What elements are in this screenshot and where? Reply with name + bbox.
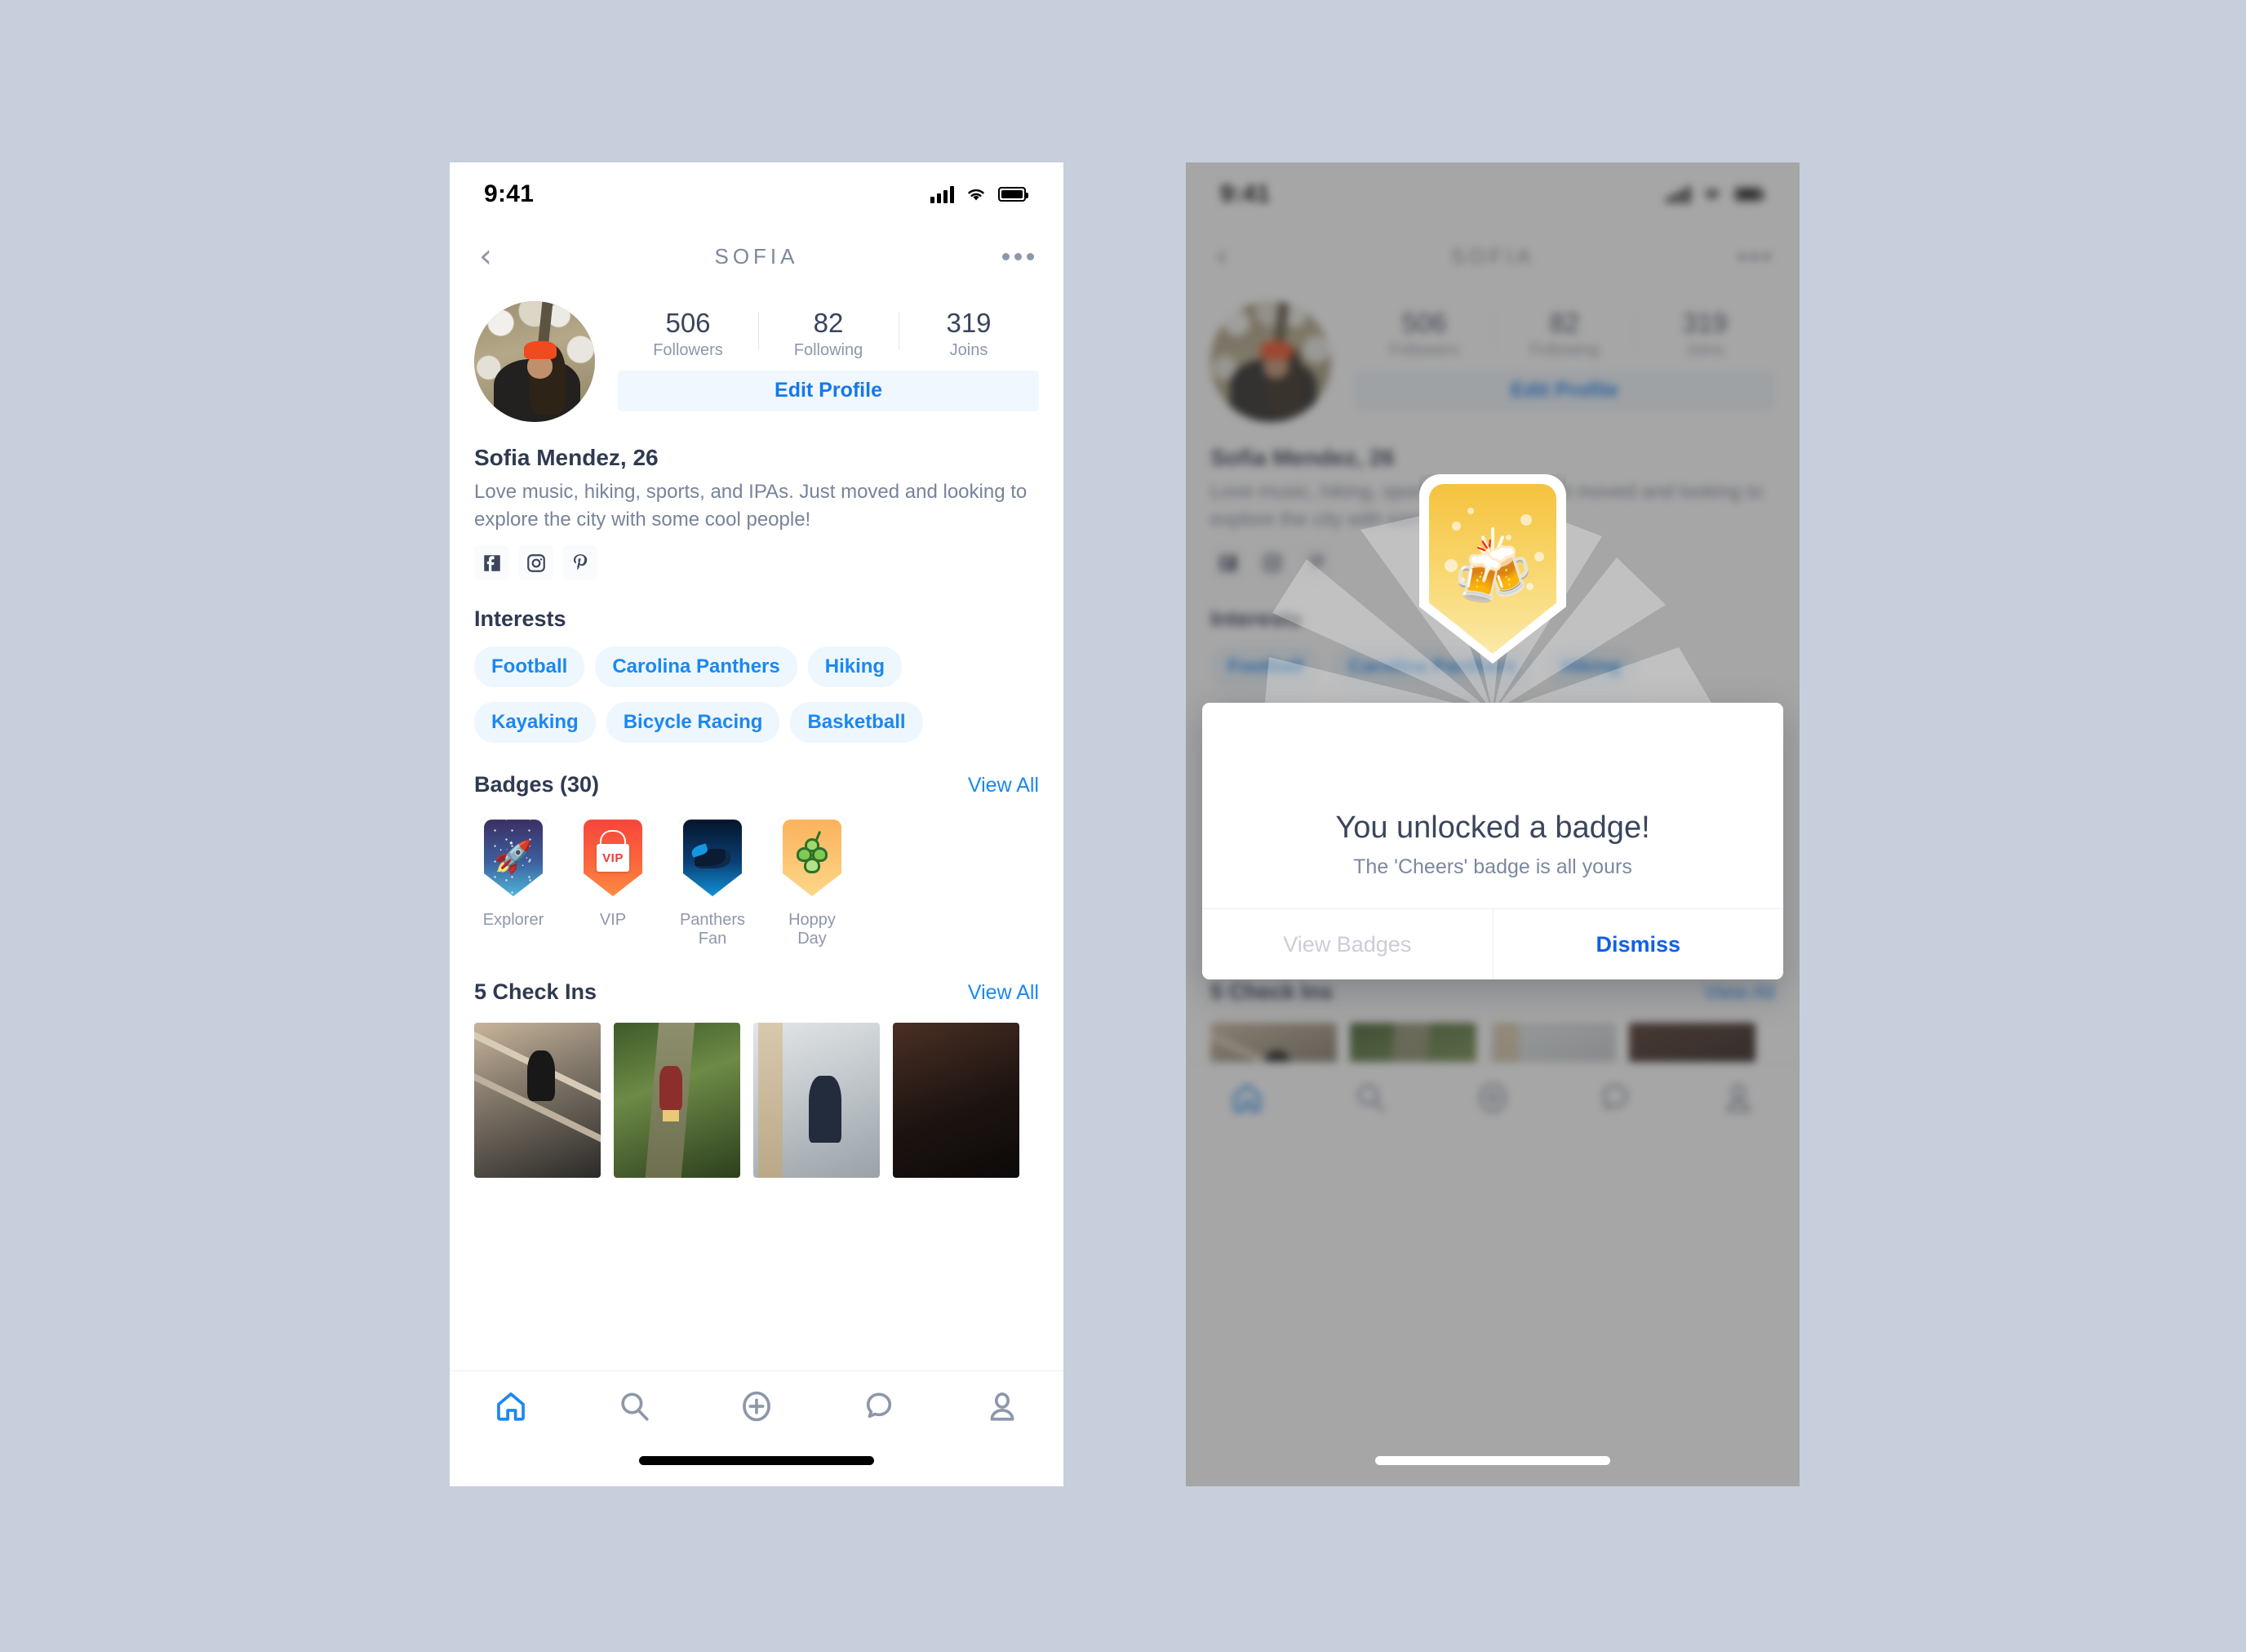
- interests-title: Interests: [474, 606, 566, 632]
- checkins-section: 5 Check Ins View All: [450, 979, 1063, 1179]
- profile-person-icon: [990, 1392, 1014, 1421]
- status-bar: 9:41: [450, 162, 1063, 226]
- screen-content: 9:41 ‹ SOFIA 506 Followers 82 Following …: [450, 162, 1063, 1486]
- profile-header: 506 Followers 82 Following 319 Joins Edi…: [450, 286, 1063, 422]
- dialog-body: You unlocked a badge! The 'Cheers' badge…: [1202, 703, 1783, 908]
- interests-pills-row-1: Football Carolina Panthers Hiking: [474, 646, 1039, 688]
- stat-joins[interactable]: 319 Joins: [899, 308, 1039, 360]
- badge-panthers[interactable]: Panthers Fan: [673, 815, 752, 948]
- badges-header: Badges (30) View All: [450, 772, 1063, 797]
- page-title: SOFIA: [714, 243, 799, 269]
- search-icon: [620, 1392, 649, 1421]
- badge-label: VIP: [599, 911, 627, 930]
- tab-add[interactable]: [695, 1389, 818, 1423]
- phone-right-badge-modal: 9:41 ‹ SOFIA 506 Followers 82 Following …: [1186, 162, 1800, 1486]
- checkins-title: 5 Check Ins: [474, 979, 597, 1005]
- vip-pass-badge-icon: VIP: [597, 844, 629, 873]
- panther-badge-icon: [691, 844, 734, 872]
- badge-explorer[interactable]: 🚀 Explorer: [474, 815, 553, 948]
- dismiss-button[interactable]: Dismiss: [1492, 909, 1784, 979]
- interest-pill[interactable]: Football: [474, 646, 585, 688]
- battery-icon: [998, 187, 1028, 202]
- checkin-photo[interactable]: [753, 1023, 880, 1179]
- stat-value: 319: [946, 308, 992, 338]
- interest-pill[interactable]: Carolina Panthers: [595, 646, 797, 688]
- badge-label: Hoppy Day: [788, 911, 836, 948]
- status-icons: [930, 185, 1028, 203]
- nav-bar: ‹ SOFIA: [450, 226, 1063, 286]
- interest-pill[interactable]: Hiking: [807, 646, 903, 688]
- stat-label: Joins: [949, 340, 988, 359]
- tab-search[interactable]: [572, 1389, 695, 1423]
- instagram-icon[interactable]: [518, 545, 553, 581]
- pinterest-icon[interactable]: [562, 545, 597, 581]
- interest-pill[interactable]: Kayaking: [474, 702, 596, 744]
- profile-bio: Love music, hiking, sports, and IPAs. Ju…: [474, 481, 1028, 531]
- checkin-photo[interactable]: [893, 1023, 1019, 1179]
- screenshot-stage: 9:41 ‹ SOFIA 506 Followers 82 Following …: [0, 0, 2246, 1652]
- view-badges-button[interactable]: View Badges: [1202, 909, 1493, 979]
- interests-pills-row-2: Kayaking Bicycle Racing Basketball: [474, 702, 1039, 744]
- screen: 9:41 ‹ SOFIA 506 Followers 82 Following …: [450, 162, 1063, 1486]
- screen: 9:41 ‹ SOFIA 506 Followers 82 Following …: [1186, 162, 1800, 1486]
- stat-label: Following: [793, 340, 863, 359]
- checkin-photo[interactable]: [474, 1023, 601, 1179]
- hops-badge-icon: [796, 838, 828, 877]
- wifi-icon: [968, 189, 984, 201]
- stats-row: 506 Followers 82 Following 319 Joins: [618, 308, 1039, 360]
- badge-label: Panthers Fan: [679, 911, 746, 948]
- dialog-title: You unlocked a badge!: [1335, 810, 1650, 845]
- add-plus-icon: [743, 1391, 770, 1422]
- badges-section: Badges (30) View All 🚀 Explorer VIP VIP: [450, 772, 1063, 948]
- home-indicator: [1375, 1456, 1610, 1465]
- cellular-signal-icon: [930, 185, 954, 203]
- interests-section: Interests Football Carolina Panthers Hik…: [450, 580, 1063, 744]
- edit-profile-button[interactable]: Edit Profile: [618, 370, 1039, 411]
- dialog-actions: View Badges Dismiss: [1202, 908, 1783, 979]
- stat-value: 82: [813, 308, 844, 338]
- tab-home[interactable]: [450, 1389, 572, 1423]
- facebook-icon[interactable]: [474, 545, 509, 581]
- stat-value: 506: [665, 308, 711, 338]
- checkins-view-all-link[interactable]: View All: [968, 981, 1039, 1005]
- rocket-glyph: 🚀: [494, 841, 533, 876]
- checkin-photo[interactable]: [614, 1023, 740, 1179]
- bio-section: Sofia Mendez, 26 Love music, hiking, spo…: [450, 422, 1063, 581]
- chat-bubble-icon: [867, 1392, 892, 1419]
- phone-left-profile: 9:41 ‹ SOFIA 506 Followers 82 Following …: [450, 162, 1063, 1486]
- badges-row: 🚀 Explorer VIP VIP Panthers Fan: [450, 797, 1063, 948]
- badges-title: Badges (30): [474, 772, 600, 797]
- checkins-header: 5 Check Ins View All: [450, 979, 1063, 1005]
- home-indicator: [639, 1456, 874, 1465]
- tab-profile[interactable]: [941, 1389, 1063, 1423]
- vip-card-text: VIP: [602, 850, 624, 865]
- interest-pill[interactable]: Bicycle Racing: [606, 702, 780, 744]
- stat-followers[interactable]: 506 Followers: [618, 308, 758, 360]
- badge-label: Explorer: [482, 911, 544, 930]
- stat-label: Followers: [653, 340, 723, 359]
- bottom-tab-bar: [450, 1370, 1063, 1486]
- badge-vip[interactable]: VIP VIP: [574, 815, 652, 948]
- stat-following[interactable]: 82 Following: [758, 308, 899, 360]
- home-icon: [497, 1392, 526, 1421]
- tab-chat[interactable]: [818, 1389, 940, 1423]
- stats-column: 506 Followers 82 Following 319 Joins Edi…: [618, 301, 1039, 422]
- badge-hoppy[interactable]: Hoppy Day: [773, 815, 851, 948]
- dialog-subtitle: The 'Cheers' badge is all yours: [1353, 855, 1632, 878]
- interest-pill[interactable]: Basketball: [790, 702, 923, 744]
- checkins-row: [450, 1005, 1063, 1179]
- status-time: 9:41: [484, 180, 535, 207]
- badge-unlocked-dialog: You unlocked a badge! The 'Cheers' badge…: [1202, 703, 1783, 979]
- badges-view-all-link[interactable]: View All: [968, 774, 1039, 797]
- cheers-beer-glyph: 🍻: [1453, 537, 1533, 609]
- avatar[interactable]: [474, 301, 595, 422]
- social-links: [474, 545, 1039, 581]
- profile-name: Sofia Mendez, 26: [474, 445, 659, 470]
